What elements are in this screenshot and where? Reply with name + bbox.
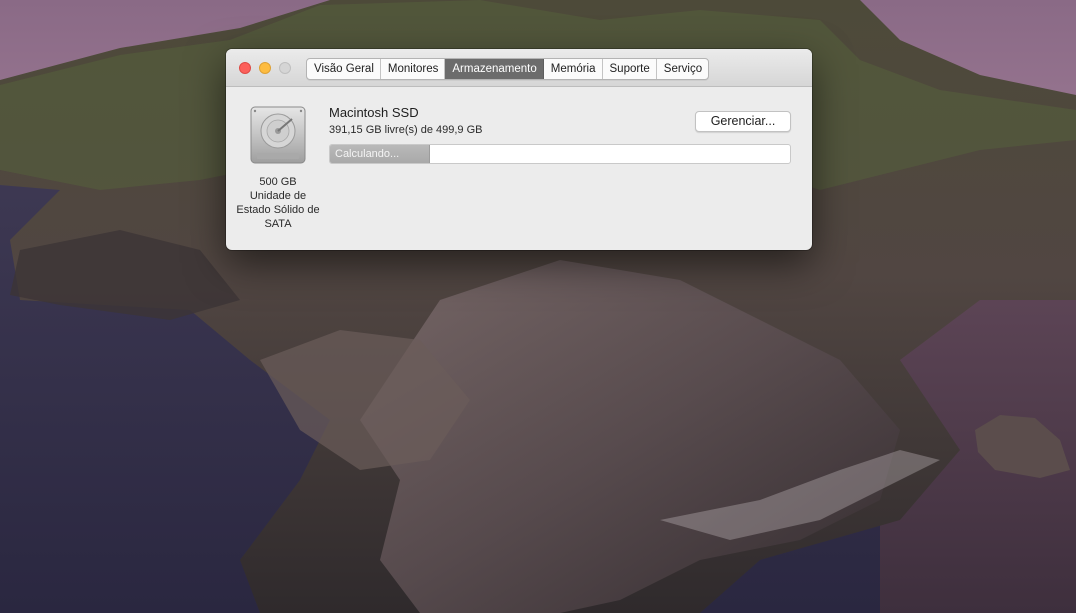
close-window-button[interactable] <box>239 62 251 74</box>
drive-type-line: Unidade de <box>249 190 307 202</box>
storage-bar-segment: Calculando... <box>330 145 430 163</box>
tab-monitores[interactable]: Monitores <box>381 59 446 79</box>
tab-armazenamento[interactable]: Armazenamento <box>445 59 544 79</box>
storage-usage-bar: Calculando... <box>329 144 791 164</box>
disk-name: Macintosh SSD <box>329 105 419 120</box>
drive-type-line: Estado Sólido de <box>236 204 320 216</box>
drive-capacity: 500 GB <box>259 176 297 188</box>
internal-drive-icon <box>250 106 306 164</box>
tab-servico[interactable]: Serviço <box>657 59 708 79</box>
tab-memoria[interactable]: Memória <box>544 59 603 79</box>
tab-bar: Visão Geral Monitores Armazenamento Memó… <box>306 58 710 80</box>
tab-suporte[interactable]: Suporte <box>603 59 657 79</box>
window-titlebar: Visão Geral Monitores Armazenamento Memó… <box>226 49 812 87</box>
system-info-window: Visão Geral Monitores Armazenamento Memó… <box>226 49 812 250</box>
tab-visao-geral[interactable]: Visão Geral <box>307 59 381 79</box>
drive-type-line: SATA <box>264 218 292 230</box>
drive-caption: 500 GB Unidade de Estado Sólido de SATA <box>226 175 330 231</box>
disk-free-space: 391,15 GB livre(s) de 499,9 GB <box>329 124 483 136</box>
manage-button[interactable]: Gerenciar... <box>695 111 791 132</box>
minimize-window-button[interactable] <box>259 62 271 74</box>
zoom-window-button[interactable] <box>279 62 291 74</box>
